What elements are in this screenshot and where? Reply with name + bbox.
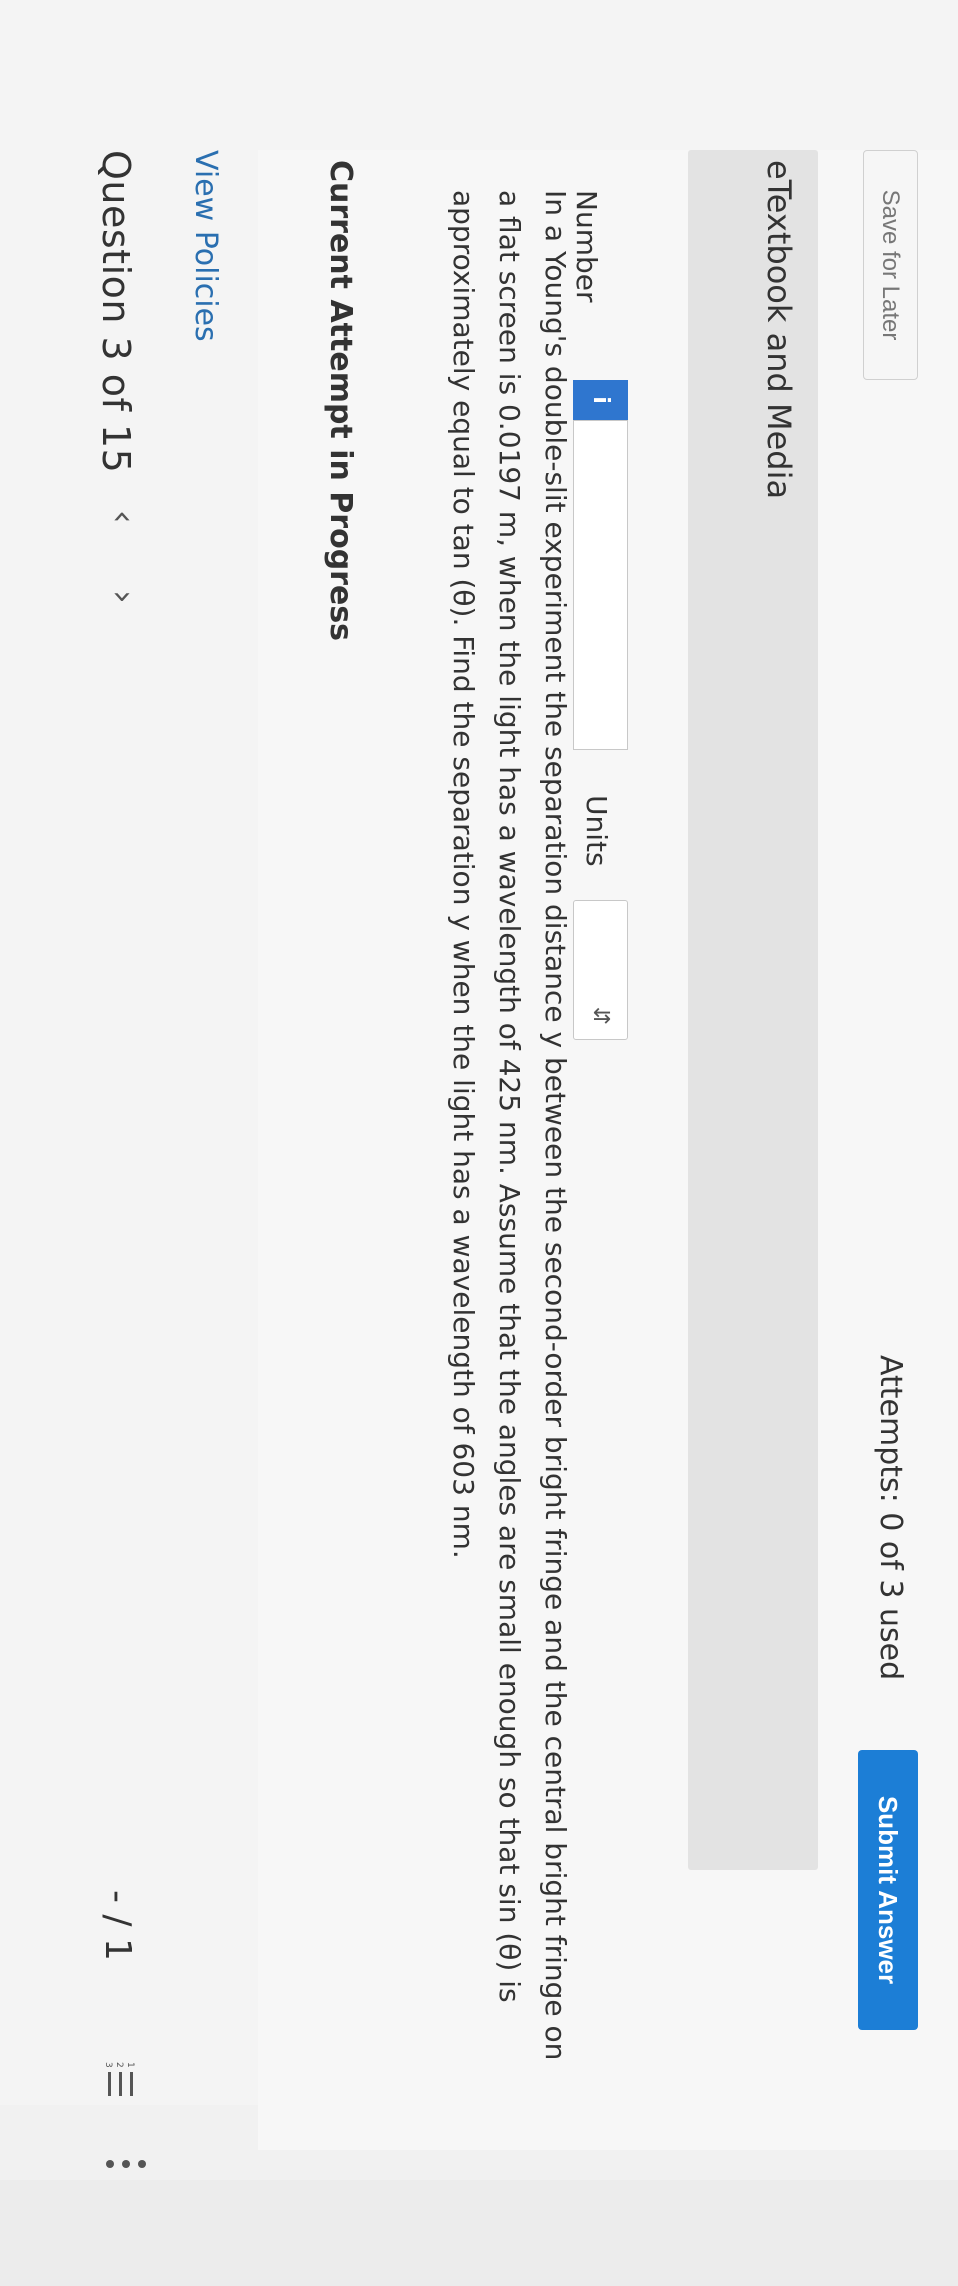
attempt-section-title: Current Attempt in Progress bbox=[323, 160, 358, 642]
select-arrows-icon: ⇵ bbox=[588, 1006, 613, 1025]
svg-text:1: 1 bbox=[125, 2062, 135, 2068]
score-display: - / 1 bbox=[97, 1890, 138, 1961]
numbered-list-icon[interactable]: 1 2 3 bbox=[93, 2060, 138, 2098]
chevron-left-icon[interactable]: ‹ bbox=[103, 510, 143, 524]
svg-text:3: 3 bbox=[103, 2062, 113, 2068]
save-for-later-button[interactable]: Save for Later bbox=[863, 150, 918, 380]
page-stage: Question 3 of 15 ‹ › - / 1 1 2 3 View Po… bbox=[0, 0, 958, 2286]
chevron-right-icon[interactable]: › bbox=[103, 590, 143, 604]
submit-answer-button[interactable]: Submit Answer bbox=[858, 1750, 918, 2030]
view-policies-link[interactable]: View Policies bbox=[188, 150, 223, 342]
attempts-counter: Attempts: 0 of 3 used bbox=[873, 1355, 908, 1681]
etextbook-panel[interactable] bbox=[688, 150, 818, 1870]
more-vertical-icon[interactable] bbox=[97, 2158, 148, 2170]
info-icon[interactable]: i bbox=[573, 380, 628, 420]
units-label: Units bbox=[580, 795, 613, 867]
right-edge-panel bbox=[0, 2180, 958, 2286]
question-text: In a Young's double-slit experiment the … bbox=[447, 190, 572, 2061]
svg-text:2: 2 bbox=[114, 2062, 124, 2068]
number-input[interactable] bbox=[573, 420, 628, 750]
number-label: Number bbox=[570, 190, 603, 303]
question-counter: Question 3 of 15 bbox=[94, 150, 138, 474]
etextbook-label: eTextbook and Media bbox=[760, 160, 798, 500]
units-select[interactable]: ⇵ bbox=[573, 900, 628, 1040]
